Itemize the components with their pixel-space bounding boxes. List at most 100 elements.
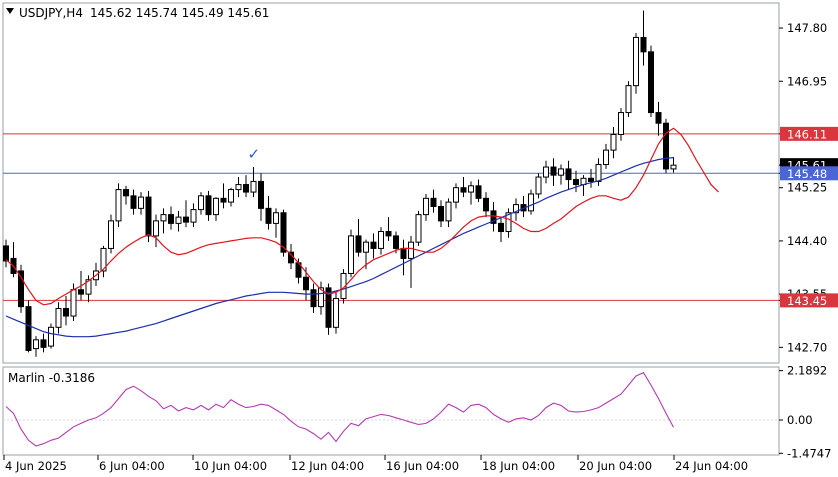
bear-candle-body (183, 216, 189, 223)
bull-candle-body (198, 195, 204, 211)
chart-header: USDJPY,H4 145.62 145.74 145.49 145.61 (6, 6, 269, 20)
bear-candle-body (25, 306, 32, 351)
bear-candle-body (565, 168, 572, 181)
bear-candle-body (498, 222, 504, 233)
bull-candle-body (153, 220, 159, 237)
trading-chart: ✓ USDJPY,H4 145.62 145.74 145.49 145.61 … (0, 0, 838, 477)
price-label: 146.95 (787, 74, 827, 88)
bear-candle-body (573, 179, 579, 186)
checkmark-annotation: ✓ (248, 145, 261, 163)
marlin-axis-label: 0.00 (787, 413, 813, 427)
bear-candle-body (550, 166, 557, 176)
bull-candle-body (108, 220, 114, 249)
candle (333, 292, 339, 334)
bull-candle-body (453, 187, 459, 203)
marlin-axis-label: 2.1892 (787, 364, 827, 378)
bear-candle-body (123, 189, 129, 197)
bull-candle-body (70, 289, 77, 317)
candle (348, 229, 354, 278)
bear-candle-body (438, 205, 444, 222)
bull-candle-body (558, 168, 564, 176)
bull-candle-body (190, 209, 197, 223)
bear-candle-body (385, 231, 392, 237)
bull-candle-body (625, 85, 632, 114)
price-label: 147.80 (787, 21, 827, 35)
candle (633, 33, 639, 94)
bear-candle-body (145, 196, 152, 237)
marlin-axis-label: -1.4747 (787, 446, 831, 460)
candle (115, 183, 122, 228)
bull-candle-body (273, 212, 279, 224)
level-price-label: 146.11 (787, 127, 827, 141)
candle (325, 283, 332, 335)
bull-candle-body (348, 235, 354, 274)
candle (648, 45, 654, 117)
bear-candle-body (3, 245, 9, 262)
bull-candle-body (603, 149, 609, 166)
bull-candle-body (333, 298, 339, 328)
bear-candle-body (355, 235, 362, 253)
bull-candle-body (250, 180, 257, 193)
time-label: 12 Jun 04:00 (291, 459, 364, 473)
candle (18, 264, 24, 313)
bull-candle-body (468, 185, 474, 193)
bull-candle-body (138, 196, 144, 209)
bear-candle-body (400, 247, 407, 259)
time-label: 6 Jun 04:00 (99, 459, 165, 473)
bull-candle-body (115, 189, 122, 222)
bear-candle-body (265, 207, 272, 224)
bear-candle-body (205, 195, 212, 216)
bull-candle-body (618, 112, 624, 135)
bear-candle-body (655, 112, 662, 124)
bull-candle-body (33, 339, 39, 350)
bull-candle-body (415, 214, 422, 243)
candle (48, 323, 54, 349)
level-price-label: 143.45 (787, 294, 827, 308)
bull-candle-body (610, 133, 617, 151)
bull-candle-body (48, 326, 54, 347)
bear-candle-body (168, 214, 174, 224)
price-label: 142.70 (787, 340, 827, 354)
bear-candle-body (460, 187, 467, 193)
bear-candle-body (303, 276, 309, 291)
bull-candle-body (235, 184, 242, 191)
time-label: 24 Jun 04:00 (675, 459, 748, 473)
candle (415, 210, 422, 246)
bear-candle-body (393, 235, 399, 249)
level-price-label: 145.48 (787, 167, 827, 181)
bull-candle-body (213, 197, 219, 216)
candle (625, 81, 632, 117)
bull-candle-body (228, 189, 234, 203)
bear-candle-body (483, 197, 489, 212)
bear-candle-body (63, 308, 69, 317)
bear-candle-body (663, 122, 669, 170)
bull-candle-body (363, 241, 369, 253)
price-label: 145.25 (787, 181, 827, 195)
bear-candle-body (258, 180, 264, 209)
time-label: 20 Jun 04:00 (579, 459, 652, 473)
symbol-label: USDJPY,H4 (19, 6, 83, 20)
bear-candle-body (640, 36, 647, 53)
bull-candle-body (670, 164, 677, 170)
candle (663, 118, 669, 174)
candle (108, 214, 114, 254)
bull-candle-body (543, 166, 549, 178)
bear-candle-body (475, 185, 482, 199)
bear-candle-body (310, 289, 317, 308)
bull-candle-body (633, 36, 639, 87)
time-label: 10 Jun 04:00 (194, 459, 267, 473)
bull-candle-body (595, 164, 602, 182)
price-label: 144.40 (787, 234, 827, 248)
bear-candle-body (430, 197, 437, 207)
marlin-title: Marlin -0.3186 (8, 371, 95, 385)
time-label: 16 Jun 04:00 (386, 459, 459, 473)
bear-candle-body (648, 51, 654, 114)
bear-candle-body (588, 177, 594, 182)
bull-candle-body (528, 193, 534, 212)
bull-candle-body (378, 231, 384, 249)
bear-candle-body (370, 241, 377, 249)
bull-candle-body (535, 176, 542, 195)
time-label: 18 Jun 04:00 (482, 459, 555, 473)
bear-candle-body (220, 197, 227, 203)
bear-candle-body (40, 339, 47, 348)
